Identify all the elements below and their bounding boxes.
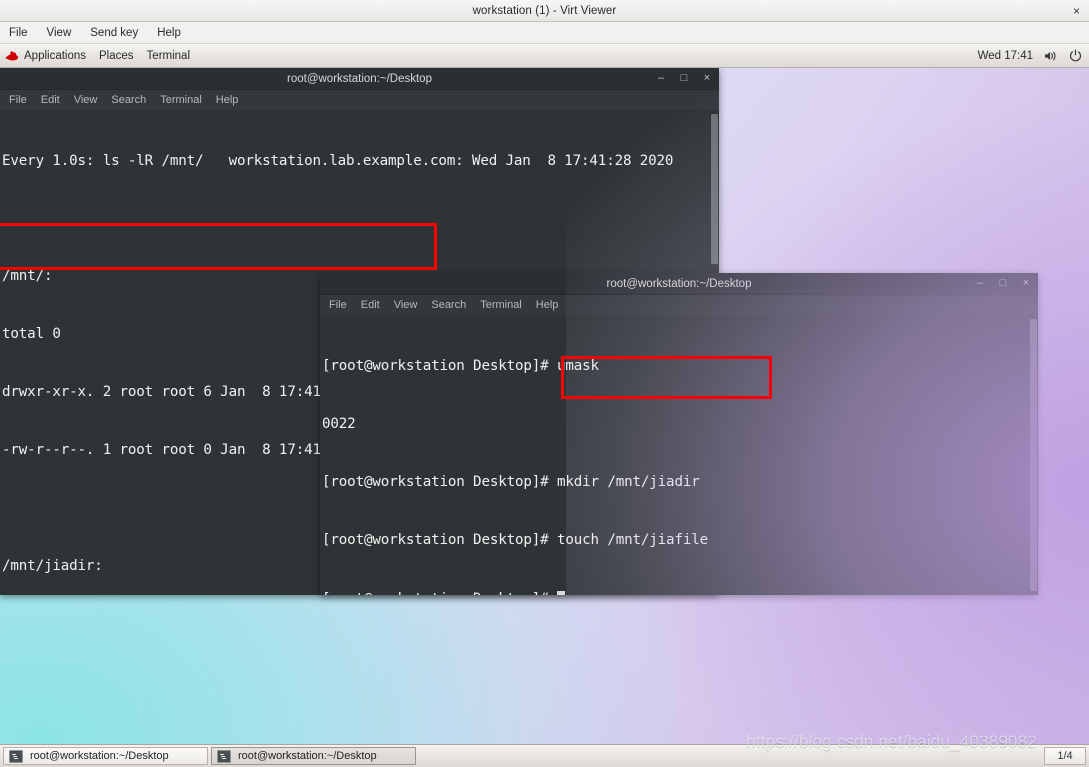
terminal-scrollbar-command[interactable] — [1029, 315, 1038, 595]
panel-clock[interactable]: Wed 17:41 — [978, 50, 1033, 62]
terminal-line: Every 1.0s: ls -lR /mnt/ workstation.lab… — [2, 152, 674, 169]
terminal-menu-view[interactable]: View — [74, 94, 98, 106]
terminal-titlebar-watch[interactable]: root@workstation:~/Desktop – □ × — [0, 68, 719, 90]
maximize-icon[interactable]: □ — [998, 278, 1008, 289]
maximize-icon[interactable]: □ — [679, 73, 689, 84]
terminal-menubar-command: File Edit View Search Terminal Help — [320, 295, 1038, 315]
terminal-icon — [9, 749, 23, 763]
virt-viewer-title: workstation (1) - Virt Viewer — [472, 4, 617, 17]
terminal-body-command[interactable]: [root@workstation Desktop]# umask 0022 [… — [320, 315, 1038, 595]
terminal-titlebar-command[interactable]: root@workstation:~/Desktop – □ × — [320, 273, 1038, 295]
terminal-cursor — [556, 590, 565, 595]
panel-item-applications[interactable]: Applications — [5, 50, 86, 62]
terminal-line: [root@workstation Desktop]# mkdir /mnt/j… — [322, 474, 700, 491]
desktop-area[interactable]: root@workstation:~/Desktop – □ × File Ed… — [0, 68, 1089, 744]
virt-viewer-menubar: File View Send key Help — [0, 22, 1089, 44]
close-icon[interactable]: × — [1073, 5, 1080, 17]
terminal-title-watch: root@workstation:~/Desktop — [287, 72, 432, 85]
taskbar-item-label: root@workstation:~/Desktop — [238, 750, 377, 762]
virt-viewer-titlebar: workstation (1) - Virt Viewer × — [0, 0, 1089, 22]
terminal-menu-terminal[interactable]: Terminal — [480, 299, 522, 311]
terminal-menu-file[interactable]: File — [9, 94, 27, 106]
menu-item-help[interactable]: Help — [153, 25, 185, 41]
terminal-menu-view[interactable]: View — [394, 299, 418, 311]
menu-item-view[interactable]: View — [43, 25, 76, 41]
close-icon[interactable]: × — [1021, 278, 1031, 289]
panel-item-applications-label: Applications — [24, 49, 87, 62]
terminal-menu-edit[interactable]: Edit — [361, 299, 380, 311]
menu-item-send-key[interactable]: Send key — [86, 25, 142, 41]
gnome-top-panel: Applications Places Terminal Wed 17:41 — [0, 44, 1089, 68]
red-hat-logo-icon — [5, 50, 19, 60]
terminal-menu-edit[interactable]: Edit — [41, 94, 60, 106]
menu-item-file[interactable]: File — [5, 25, 32, 41]
terminal-prompt: [root@workstation Desktop]# — [322, 591, 557, 595]
taskbar-item-terminal-1[interactable]: root@workstation:~/Desktop — [3, 747, 208, 765]
scrollbar-thumb[interactable] — [711, 114, 718, 264]
volume-icon[interactable] — [1044, 50, 1058, 62]
minimize-icon[interactable]: – — [656, 73, 666, 84]
terminal-menu-search[interactable]: Search — [111, 94, 146, 106]
terminal-menu-file[interactable]: File — [329, 299, 347, 311]
taskbar-item-label: root@workstation:~/Desktop — [30, 750, 169, 762]
terminal-output-command: [root@workstation Desktop]# umask 0022 [… — [322, 318, 1038, 595]
terminal-window-command[interactable]: root@workstation:~/Desktop – □ × File Ed… — [320, 273, 1038, 595]
terminal-icon — [217, 749, 231, 763]
panel-item-places[interactable]: Places — [99, 50, 134, 62]
terminal-prompt-line: [root@workstation Desktop]# — [322, 590, 1038, 595]
terminal-menu-search[interactable]: Search — [431, 299, 466, 311]
bottom-taskbar: root@workstation:~/Desktop root@workstat… — [0, 732, 1089, 767]
power-icon[interactable] — [1069, 49, 1082, 62]
terminal-menu-terminal[interactable]: Terminal — [160, 94, 202, 106]
terminal-menu-help[interactable]: Help — [216, 94, 239, 106]
panel-item-terminal[interactable]: Terminal — [147, 50, 190, 62]
terminal-menu-help[interactable]: Help — [536, 299, 559, 311]
terminal-line: [root@workstation Desktop]# umask — [322, 357, 599, 374]
terminal-line: 0022 — [322, 416, 356, 433]
scrollbar-thumb[interactable] — [1030, 319, 1037, 591]
terminal-menubar-watch: File Edit View Search Terminal Help — [0, 90, 719, 110]
taskbar-item-terminal-2[interactable]: root@workstation:~/Desktop — [211, 747, 416, 765]
terminal-title-command: root@workstation:~/Desktop — [606, 277, 752, 290]
virt-viewer-window: workstation (1) - Virt Viewer × File Vie… — [0, 0, 1089, 767]
minimize-icon[interactable]: – — [975, 278, 985, 289]
workspace-switcher[interactable]: 1/4 — [1044, 747, 1086, 765]
taskbar-spacer: https://blog.csdn.net/baidu_40389082 — [416, 732, 1044, 767]
terminal-line: [root@workstation Desktop]# touch /mnt/j… — [322, 532, 709, 549]
close-icon[interactable]: × — [702, 73, 712, 84]
